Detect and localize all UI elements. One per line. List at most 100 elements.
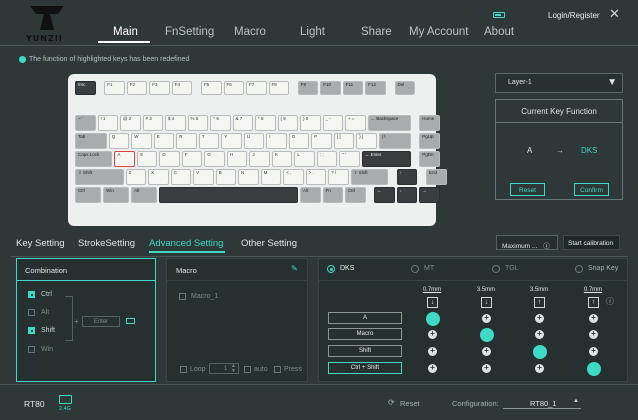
- arrow-down-icon[interactable]: ↓: [481, 297, 492, 308]
- keyboard-key[interactable]: F12: [365, 81, 386, 95]
- dks-trigger-add[interactable]: +: [482, 364, 491, 373]
- nav-my-account[interactable]: My Account: [409, 26, 468, 38]
- dks-trigger-active[interactable]: [479, 327, 494, 342]
- keyboard-icon[interactable]: [126, 318, 135, 324]
- keyboard-key[interactable]: End: [426, 169, 447, 185]
- keyboard-key[interactable]: O: [288, 133, 310, 149]
- keyboard-key[interactable]: Z: [125, 169, 147, 185]
- maximum-select[interactable]: Maximum ... ⓘ: [496, 235, 558, 250]
- keyboard-key[interactable]: Alt: [131, 187, 158, 203]
- keyboard-key[interactable]: Q: [108, 133, 130, 149]
- shift-checkbox[interactable]: [28, 327, 35, 334]
- dks-radio[interactable]: [327, 265, 335, 273]
- keyboard-key[interactable]: Alt: [300, 187, 321, 203]
- keyboard-key[interactable]: F9: [297, 81, 319, 95]
- keyboard-key[interactable]: ← Enter: [361, 151, 411, 167]
- keyboard-key[interactable]: ? /: [328, 169, 349, 185]
- keyboard-key[interactable]: < ,: [283, 169, 304, 185]
- keyboard-key[interactable]: M: [260, 169, 282, 185]
- keyboard-key[interactable]: Ctrl: [345, 187, 366, 203]
- keyboard-key[interactable]: ( 9: [277, 115, 298, 131]
- keyboard-key[interactable]: J: [249, 151, 270, 167]
- keyboard-key[interactable]: ⇧ Shift: [75, 169, 124, 185]
- keyboard-key[interactable]: F6: [223, 81, 244, 95]
- key-enter-input[interactable]: Enter: [82, 316, 120, 327]
- tab-advanced-setting[interactable]: Advanced Setting: [149, 238, 223, 249]
- press-checkbox[interactable]: [274, 366, 281, 373]
- arrow-up-icon[interactable]: ↑: [588, 297, 599, 308]
- keyboard-key[interactable]: V: [193, 169, 214, 185]
- dks-row-key[interactable]: Macro: [328, 328, 402, 340]
- mt-radio[interactable]: [411, 265, 419, 273]
- keyboard-key[interactable]: ←: [374, 187, 395, 203]
- dks-trigger-add[interactable]: +: [589, 330, 598, 339]
- nav-macro[interactable]: Macro: [234, 26, 266, 38]
- keyboard-key[interactable]: PgUp: [419, 133, 440, 149]
- keyboard-key[interactable]: C: [170, 169, 192, 185]
- keyboard-key[interactable]: { [: [333, 133, 355, 149]
- auto-checkbox[interactable]: [244, 366, 251, 373]
- keyboard-key[interactable]: Win: [103, 187, 130, 203]
- keyboard-key[interactable]: L: [294, 151, 315, 167]
- keyboard-key[interactable]: Ctrl: [75, 187, 102, 203]
- win-checkbox[interactable]: [28, 346, 35, 353]
- keyboard-key[interactable]: F11: [342, 81, 364, 95]
- keyboard-key[interactable]: A: [114, 151, 135, 167]
- keyboard-key[interactable]: [159, 187, 298, 203]
- keyboard-key[interactable]: Del: [394, 81, 415, 95]
- dks-trigger-add[interactable]: +: [428, 347, 437, 356]
- reset-key-button[interactable]: Reset: [510, 183, 545, 196]
- snapkey-radio[interactable]: [575, 265, 583, 273]
- keyboard-key[interactable]: R: [176, 133, 197, 149]
- keyboard-key[interactable]: I: [266, 133, 287, 149]
- keyboard-key[interactable]: Fn: [322, 187, 343, 203]
- keyboard-key[interactable]: ↑: [396, 169, 418, 185]
- keyboard-key[interactable]: W: [131, 133, 152, 149]
- keyboard-key[interactable]: F7: [246, 81, 267, 95]
- keyboard-key[interactable]: X: [148, 169, 169, 185]
- keyboard-key[interactable]: @ 2: [120, 115, 141, 131]
- keyboard-key[interactable]: B: [215, 169, 237, 185]
- nav-about[interactable]: About: [484, 26, 514, 38]
- dks-row-key[interactable]: Shift: [328, 345, 402, 357]
- arrow-up-icon[interactable]: ↑: [534, 297, 545, 308]
- tgl-radio[interactable]: [492, 265, 500, 273]
- keyboard-key[interactable]: Home: [419, 115, 440, 131]
- keyboard-key[interactable]: F8: [268, 81, 289, 95]
- keyboard-key[interactable]: % 5: [187, 115, 208, 131]
- keyboard-key[interactable]: ~ `: [75, 115, 96, 131]
- tab-key-setting[interactable]: Key Setting: [16, 238, 65, 249]
- keyboard-key[interactable]: E: [153, 133, 175, 149]
- keyboard-key[interactable]: " ': [339, 151, 360, 167]
- keyboard-key[interactable]: + =: [345, 115, 366, 131]
- keyboard-key[interactable]: _ -: [322, 115, 343, 131]
- keyboard-key[interactable]: } ]: [356, 133, 377, 149]
- keyboard-key[interactable]: N: [238, 169, 259, 185]
- dks-trigger-active[interactable]: [425, 311, 440, 326]
- tab-stroke-setting[interactable]: StrokeSetting: [78, 238, 135, 249]
- keyboard-key[interactable]: Tab: [75, 133, 107, 149]
- keyboard-key[interactable]: ⇧ Shift: [350, 169, 388, 185]
- keyboard-key[interactable]: →: [419, 187, 440, 203]
- keyboard-key[interactable]: # 3: [142, 115, 163, 131]
- help-icon[interactable]: ⓘ: [543, 243, 550, 250]
- dks-trigger-add[interactable]: +: [482, 347, 491, 356]
- ctrl-checkbox[interactable]: [28, 291, 35, 298]
- tab-other-setting[interactable]: Other Setting: [241, 238, 297, 249]
- keyboard-key[interactable]: $ 4: [165, 115, 186, 131]
- keyboard-key[interactable]: F4: [171, 81, 193, 95]
- dks-trigger-add[interactable]: +: [482, 314, 491, 323]
- keyboard-key[interactable]: PgDn: [419, 151, 440, 167]
- refresh-icon[interactable]: ⟳: [388, 398, 395, 407]
- loop-count-input[interactable]: 1 ▲ ▼: [209, 363, 239, 374]
- dks-trigger-active[interactable]: [532, 344, 547, 359]
- spinner-icon[interactable]: ▲ ▼: [231, 364, 236, 374]
- dks-trigger-add[interactable]: +: [535, 314, 544, 323]
- keyboard-key[interactable]: F2: [126, 81, 148, 95]
- keyboard-key[interactable]: * 8: [255, 115, 276, 131]
- keyboard-key[interactable]: T: [198, 133, 220, 149]
- keyboard-key[interactable]: S: [136, 151, 158, 167]
- keyboard-key[interactable]: P: [311, 133, 332, 149]
- keyboard-key[interactable]: D: [159, 151, 180, 167]
- keyboard-key[interactable]: | \: [378, 133, 411, 149]
